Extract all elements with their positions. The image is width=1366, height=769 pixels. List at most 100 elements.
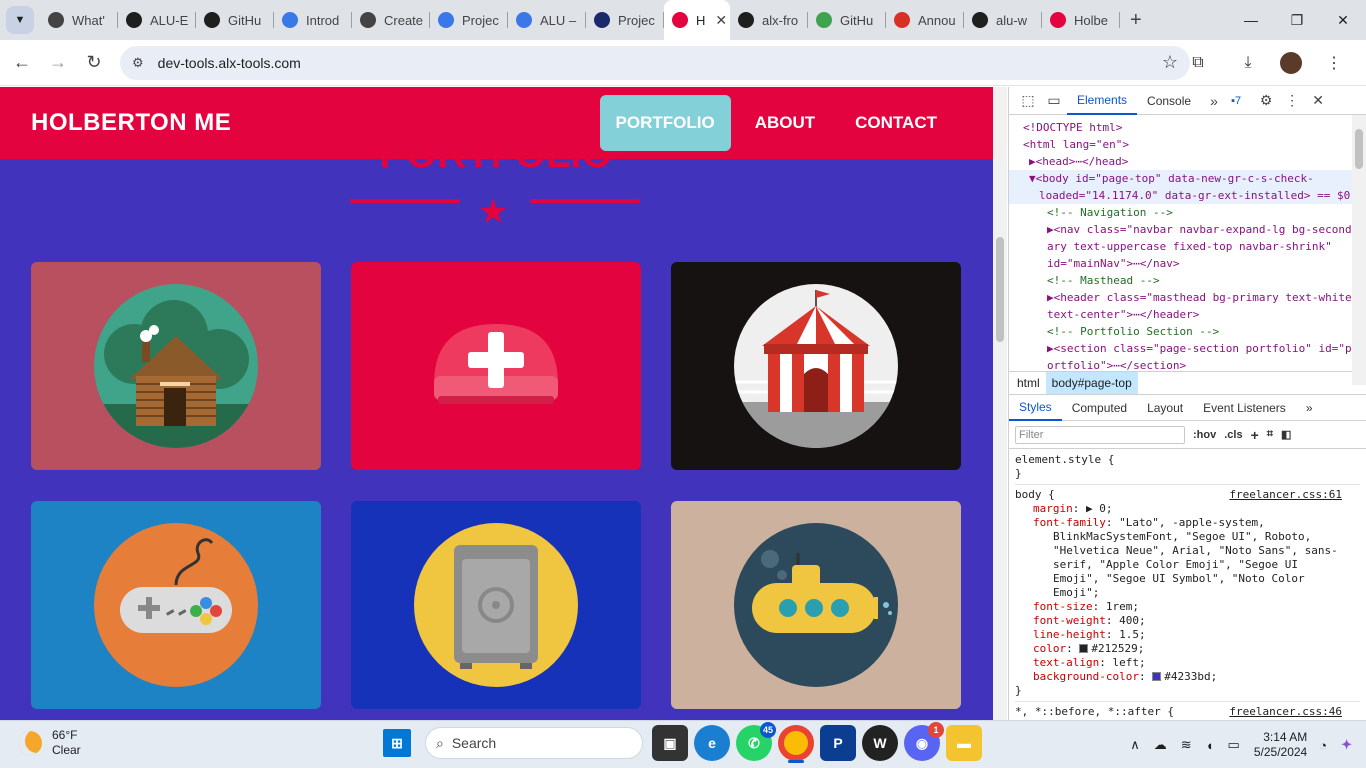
- dom-scroll-thumb[interactable]: [1355, 129, 1363, 169]
- discord-icon[interactable]: ◉ 1: [904, 722, 944, 761]
- css-declaration[interactable]: background-color: #4233bd;: [1015, 670, 1360, 684]
- taskbar-clock[interactable]: 3:14 AM 5/25/2024: [1254, 730, 1307, 760]
- dom-node-line[interactable]: <!DOCTYPE html>: [1009, 119, 1366, 136]
- remote-app-icon[interactable]: P: [820, 725, 856, 761]
- css-declaration[interactable]: BlinkMacSystemFont, "Segoe UI", Roboto,: [1015, 530, 1360, 544]
- element-style-selector[interactable]: element.style {: [1015, 453, 1360, 467]
- more-subtabs-icon[interactable]: »: [1296, 395, 1323, 421]
- battery-icon[interactable]: ▭: [1228, 737, 1240, 753]
- css-property[interactable]: font-family: [1033, 516, 1106, 529]
- wifi-icon[interactable]: ≋: [1181, 737, 1192, 753]
- dom-node-line[interactable]: ▶<header class="masthead bg-primary text…: [1009, 289, 1366, 306]
- inspect-icon[interactable]: ⬚: [1015, 92, 1041, 109]
- profile-avatar[interactable]: [1280, 52, 1302, 74]
- tray-overflow-icon[interactable]: ∧: [1130, 737, 1140, 753]
- dom-node-line[interactable]: ortfolio">⋯</section>: [1009, 357, 1366, 371]
- css-property[interactable]: text-align: [1033, 656, 1099, 669]
- browser-tab[interactable]: H ✕: [664, 0, 730, 40]
- file-explorer-icon[interactable]: ▬: [946, 725, 982, 761]
- subtab-layout[interactable]: Layout: [1137, 395, 1193, 421]
- browser-tab[interactable]: alu-w: [964, 0, 1042, 40]
- edge-icon[interactable]: e: [694, 725, 730, 761]
- portfolio-item-submarine[interactable]: [671, 501, 961, 709]
- focus-assist-icon[interactable]: ◔: [1319, 738, 1327, 753]
- dom-node-line[interactable]: ▼<body id="page-top" data-new-gr-c-s-che…: [1009, 170, 1366, 187]
- subtab-event-listeners[interactable]: Event Listeners: [1193, 395, 1296, 421]
- reload-icon[interactable]: ↻: [76, 45, 112, 81]
- address-bar[interactable]: ⚙ dev-tools.alx-tools.com ☆: [120, 46, 1190, 80]
- css-property[interactable]: font-size: [1033, 600, 1093, 613]
- weather-widget[interactable]: 66°F Clear: [18, 728, 81, 758]
- css-property[interactable]: font-weight: [1033, 614, 1106, 627]
- css-declaration[interactable]: line-height: 1.5;: [1015, 628, 1360, 642]
- nav-contact[interactable]: CONTACT: [839, 95, 953, 151]
- dom-node-line[interactable]: <!-- Masthead -->: [1009, 272, 1366, 289]
- css-declaration[interactable]: text-align: left;: [1015, 656, 1360, 670]
- dom-node-line[interactable]: loaded="14.1174.0" data-gr-ext-installed…: [1009, 187, 1366, 204]
- task-view-icon[interactable]: ▣: [652, 725, 688, 761]
- css-value[interactable]: serif, "Apple Color Emoji", "Segoe UI: [1053, 558, 1298, 571]
- css-property[interactable]: line-height: [1033, 628, 1106, 641]
- close-window-icon[interactable]: ✕: [1320, 0, 1366, 40]
- browser-tab[interactable]: Create: [352, 0, 430, 40]
- color-swatch[interactable]: [1152, 672, 1162, 681]
- menu-kebab-icon[interactable]: ⋮: [1316, 53, 1352, 73]
- issues-counter[interactable]: ▪ 7: [1231, 95, 1241, 107]
- css-value[interactable]: "Lato", -apple-system,: [1119, 516, 1265, 529]
- nav-portfolio[interactable]: PORTFOLIO: [599, 95, 731, 151]
- whatsapp-icon[interactable]: ✆ 45: [736, 722, 776, 761]
- portfolio-item-cabin[interactable]: [31, 262, 321, 470]
- breadcrumb-html[interactable]: html: [1011, 372, 1046, 394]
- browser-tab[interactable]: Holbe: [1042, 0, 1120, 40]
- close-tab-icon[interactable]: ✕: [715, 12, 727, 29]
- device-toolbar-icon[interactable]: ▭: [1041, 92, 1067, 109]
- page-scroll-thumb[interactable]: [996, 237, 1004, 342]
- css-value[interactable]: Emoji", "Segoe UI Symbol", "Noto Color: [1053, 572, 1305, 585]
- restore-icon[interactable]: ❐: [1274, 0, 1320, 40]
- css-property[interactable]: background-color: [1033, 670, 1139, 683]
- forward-icon[interactable]: →: [40, 45, 76, 81]
- dom-scrollbar[interactable]: [1352, 115, 1366, 385]
- css-declaration[interactable]: Emoji", "Segoe UI Symbol", "Noto Color: [1015, 572, 1360, 586]
- portfolio-item-circus[interactable]: [671, 262, 961, 470]
- wpm-app-icon[interactable]: W: [862, 725, 898, 761]
- color-swatch[interactable]: [1079, 644, 1089, 653]
- settings-gear-icon[interactable]: ⚙: [1253, 92, 1279, 109]
- taskbar-search[interactable]: ⌕ Search: [425, 727, 643, 759]
- portfolio-item-safe[interactable]: [351, 501, 641, 709]
- body-rule-source-link[interactable]: freelancer.css:61: [1229, 488, 1342, 502]
- dom-node-line[interactable]: ▶<section class="page-section portfolio"…: [1009, 340, 1366, 357]
- nav-about[interactable]: ABOUT: [739, 95, 831, 151]
- css-value[interactable]: left;: [1112, 656, 1145, 669]
- site-info-icon[interactable]: ⚙: [132, 55, 144, 71]
- back-icon[interactable]: ←: [4, 45, 40, 81]
- styles-filter-input[interactable]: Filter: [1015, 425, 1185, 444]
- css-value[interactable]: 1.5;: [1119, 628, 1146, 641]
- minimize-icon[interactable]: —: [1228, 0, 1274, 40]
- css-value[interactable]: ▶ 0;: [1086, 502, 1113, 515]
- rendering-emulation-icon[interactable]: ⌗: [1267, 428, 1273, 441]
- dom-node-line[interactable]: ▶<nav class="navbar navbar-expand-lg bg-…: [1009, 221, 1366, 238]
- css-value[interactable]: 1rem;: [1106, 600, 1139, 613]
- css-declaration[interactable]: color: #212529;: [1015, 642, 1360, 656]
- subtab-styles[interactable]: Styles: [1009, 395, 1062, 421]
- browser-tab[interactable]: What': [40, 0, 118, 40]
- css-property[interactable]: margin: [1033, 502, 1073, 515]
- css-declaration[interactable]: Emoji";: [1015, 586, 1360, 600]
- devtools-menu-icon[interactable]: ⋮: [1279, 92, 1305, 109]
- portfolio-item-cake[interactable]: [351, 262, 641, 470]
- portfolio-item-game[interactable]: [31, 501, 321, 709]
- site-brand[interactable]: HOLBERTON ME: [31, 109, 231, 137]
- browser-tab[interactable]: ALU-E: [118, 0, 196, 40]
- close-devtools-icon[interactable]: ✕: [1305, 92, 1331, 109]
- hov-toggle[interactable]: :hov: [1193, 429, 1216, 441]
- tab-elements[interactable]: Elements: [1067, 87, 1138, 115]
- dom-node-line[interactable]: <html lang="en">: [1009, 136, 1366, 153]
- tab-search-button[interactable]: ▼: [6, 6, 34, 34]
- dom-node-line[interactable]: text-center">⋯</header>: [1009, 306, 1366, 323]
- page-scrollbar[interactable]: [993, 87, 1007, 720]
- subtab-computed[interactable]: Computed: [1062, 395, 1137, 421]
- css-declaration[interactable]: margin: ▶ 0;: [1015, 502, 1360, 516]
- browser-tab[interactable]: GitHu: [808, 0, 886, 40]
- browser-tab[interactable]: Annou: [886, 0, 964, 40]
